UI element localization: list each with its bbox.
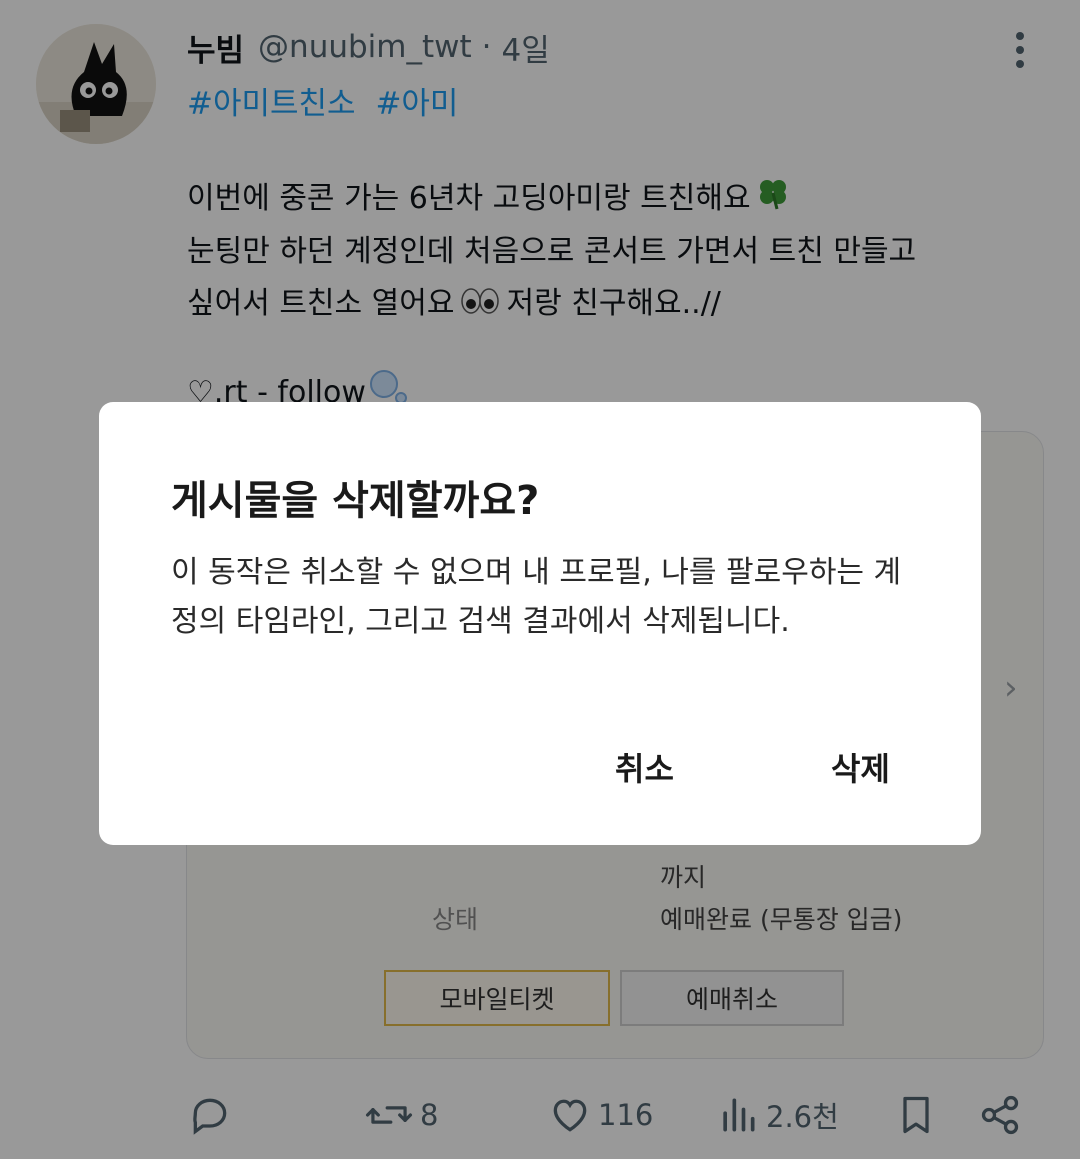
delete-post-dialog: 게시물을 삭제할까요? 이 동작은 취소할 수 없으며 내 프로필, 나를 팔로… (99, 402, 981, 845)
cancel-button[interactable]: 취소 (615, 744, 674, 790)
delete-button[interactable]: 삭제 (831, 744, 890, 790)
dialog-message: 이 동작은 취소할 수 없으며 내 프로필, 나를 팔로우하는 계정의 타임라인… (171, 555, 902, 639)
dialog-title: 게시물을 삭제할까요? (171, 478, 540, 524)
